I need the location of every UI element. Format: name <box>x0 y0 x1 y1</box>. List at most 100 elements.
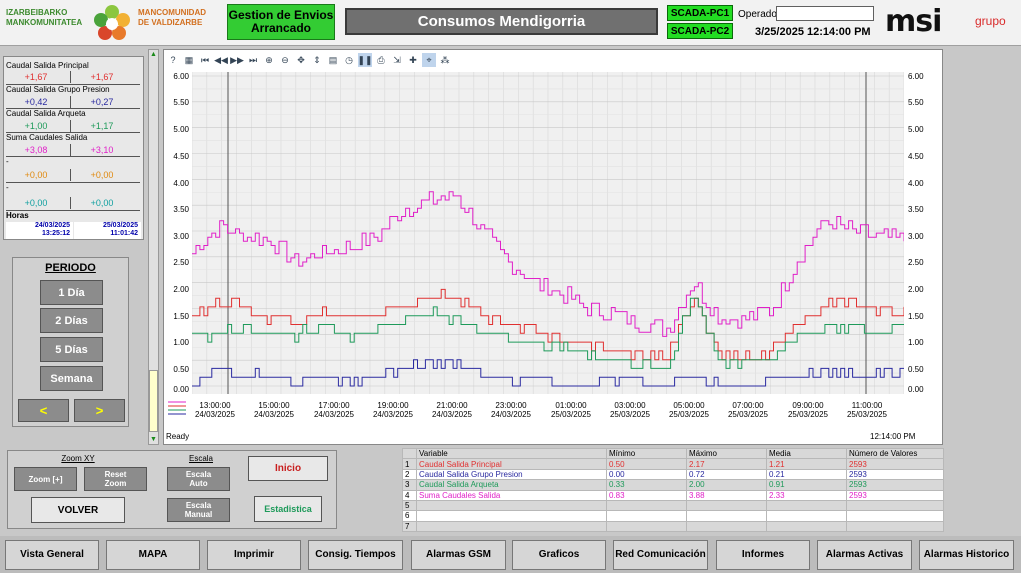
nav-imprimir[interactable]: Imprimir <box>207 540 301 570</box>
rewind-icon[interactable]: ◀◀ <box>214 53 228 67</box>
stat-value-left: +0,00 <box>24 170 48 180</box>
stat-separator <box>70 71 71 83</box>
stat-name: Caudal Salida Principal <box>6 61 89 70</box>
last-icon[interactable]: ⏭ <box>246 53 260 67</box>
table-row[interactable]: 6 <box>402 510 944 522</box>
print-icon[interactable]: ⎙ <box>374 53 388 67</box>
zoom-out-icon[interactable]: ⊖ <box>278 53 292 67</box>
plot-area[interactable] <box>191 72 905 394</box>
stat-name: - <box>6 183 9 192</box>
inicio-button[interactable]: Inicio <box>248 456 328 481</box>
table-row[interactable]: 7 <box>402 520 944 533</box>
scroll-thumb[interactable] <box>149 370 158 432</box>
periodo-semana-button[interactable]: Semana <box>40 366 103 391</box>
pan-icon[interactable]: ✥ <box>294 53 308 67</box>
stat-value-right: +1,67 <box>90 72 114 82</box>
add-pen-icon[interactable]: ✚ <box>406 53 420 67</box>
row-count: 2593 <box>846 458 944 470</box>
periodo-next-button[interactable]: > <box>74 399 125 422</box>
nav-mapa[interactable]: MAPA <box>106 540 200 570</box>
nav-red-comunicacion[interactable]: Red Comunicación <box>613 540 708 570</box>
y-tick-label: 4.00 <box>173 179 189 188</box>
stat-value-right: +0,00 <box>90 170 114 180</box>
clock-icon[interactable]: ◷ <box>342 53 356 67</box>
axis-icon[interactable]: ⇕ <box>310 53 324 67</box>
grid-icon[interactable]: ▤ <box>326 53 340 67</box>
reset-zoom-button[interactable]: Reset Zoom <box>84 467 147 491</box>
stat-name: Caudal Salida Arqueta <box>6 109 86 118</box>
y-tick-label: 6.00 <box>173 72 189 81</box>
row-number: 1 <box>402 458 417 470</box>
zoom-in-icon[interactable]: ⊕ <box>262 53 276 67</box>
row-number: 6 <box>402 510 417 522</box>
pause-icon[interactable]: ❚❚ <box>357 53 373 67</box>
x-tick-label: 03:00:00 25/03/2025 <box>605 401 655 419</box>
escala-auto-button[interactable]: Escala Auto <box>167 467 230 491</box>
forward-icon[interactable]: ▶▶ <box>230 53 244 67</box>
periodo-prev-button[interactable]: < <box>18 399 69 422</box>
row-min: 0.00 <box>606 468 687 481</box>
cursor-icon[interactable]: ⌖ <box>422 53 436 67</box>
volver-button[interactable]: VOLVER <box>31 497 125 523</box>
x-tick-date: 24/03/2025 <box>194 410 236 419</box>
x-tick-date: 25/03/2025 <box>609 410 651 419</box>
escala-manual-label-1: Escala <box>185 501 212 510</box>
gestion-envios-button[interactable]: Gestion de Envios Arrancado <box>227 4 335 40</box>
end-time: 11:01:42 <box>110 230 138 237</box>
properties-icon[interactable]: ▦ <box>182 53 196 67</box>
y-tick-label: 5.50 <box>173 98 189 107</box>
zoom-plus-button[interactable]: Zoom [+] <box>14 467 77 491</box>
operador-field[interactable] <box>776 6 874 21</box>
row-media <box>766 499 847 512</box>
first-icon[interactable]: ⏮ <box>198 53 212 67</box>
row-count <box>846 520 944 533</box>
x-tick-label: 17:00:00 24/03/2025 <box>309 401 359 419</box>
nav-alarmas-historico[interactable]: Alarmas Historico <box>919 540 1014 570</box>
x-tick-time: 01:00:00 <box>555 401 587 410</box>
escala-auto-label-1: Escala <box>185 470 212 479</box>
stat-name: Caudal Salida Grupo Presion <box>6 85 110 94</box>
stat-value-left: +0,42 <box>24 97 48 107</box>
org-logo-text-right: MANCOMUNIDAD DE VALDIZARBE <box>138 8 218 28</box>
trend-chart-window: ? ▦ ⏮ ◀◀ ▶▶ ⏭ ⊕ ⊖ ✥ ⇕ ▤ ◷ ❚❚ ⎙ ⇲ ✚ ⌖ ⁂ 6… <box>163 49 943 445</box>
estadistica-button[interactable]: Estadistica <box>254 496 322 522</box>
nav-informes[interactable]: Informes <box>716 540 810 570</box>
export-icon[interactable]: ⇲ <box>390 53 404 67</box>
vertical-scrollbar[interactable]: ▲ ▼ <box>148 49 159 445</box>
nav-consig-tiempos[interactable]: Consig. Tiempos <box>308 540 403 570</box>
row-min <box>606 510 687 522</box>
nav-vista-general[interactable]: Vista General <box>5 540 99 570</box>
periodo-1-dia-button[interactable]: 1 Día <box>40 280 103 305</box>
help-icon[interactable]: ? <box>166 53 180 67</box>
escala-manual-button[interactable]: Escala Manual <box>167 498 230 522</box>
x-tick-time: 09:00:00 <box>792 401 824 410</box>
periodo-2-dias-button[interactable]: 2 Días <box>40 308 103 333</box>
org-logo-text-left: IZARBEIBARKO MANKOMUNITATEA <box>6 8 88 28</box>
x-tick-time: 21:00:00 <box>436 401 468 410</box>
y-tick-label: 3.50 <box>173 205 189 214</box>
scroll-down-icon[interactable]: ▼ <box>149 435 158 444</box>
row-min <box>606 520 687 533</box>
x-tick-date: 25/03/2025 <box>727 410 769 419</box>
table-row[interactable]: 5 <box>402 499 944 512</box>
nav-alarmas-gsm[interactable]: Alarmas GSM <box>411 540 506 570</box>
table-row[interactable]: 2 Caudal Salida Grupo Presion 0.00 0.72 … <box>402 468 944 481</box>
y-tick-label: 2.00 <box>908 285 924 294</box>
x-tick-label: 13:00:00 24/03/2025 <box>190 401 240 419</box>
operador-label: Operador <box>738 9 781 20</box>
nav-alarmas-activas[interactable]: Alarmas Activas <box>817 540 912 570</box>
table-row[interactable]: 4 Suma Caudales Salida 0.83 3.88 2.33 25… <box>402 489 944 501</box>
scroll-up-icon[interactable]: ▲ <box>149 50 158 59</box>
gestion-envios-state: Arrancado <box>250 21 312 35</box>
y-tick-label: 5.00 <box>173 125 189 134</box>
row-max <box>686 499 767 512</box>
table-header-cell: Número de Valores <box>846 447 944 460</box>
scatter-icon[interactable]: ⁂ <box>438 53 452 67</box>
row-count: 2593 <box>846 479 944 491</box>
y-tick-label: 4.50 <box>908 152 924 161</box>
nav-graficos[interactable]: Graficos <box>512 540 606 570</box>
table-row[interactable]: 1 Caudal Salida Principal 0.50 2.17 1.21… <box>402 458 944 470</box>
periodo-5-dias-button[interactable]: 5 Días <box>40 337 103 362</box>
table-row[interactable]: 3 Caudal Salida Arqueta 0.33 2.00 0.91 2… <box>402 479 944 491</box>
stat-value-left: +3,08 <box>24 145 48 155</box>
